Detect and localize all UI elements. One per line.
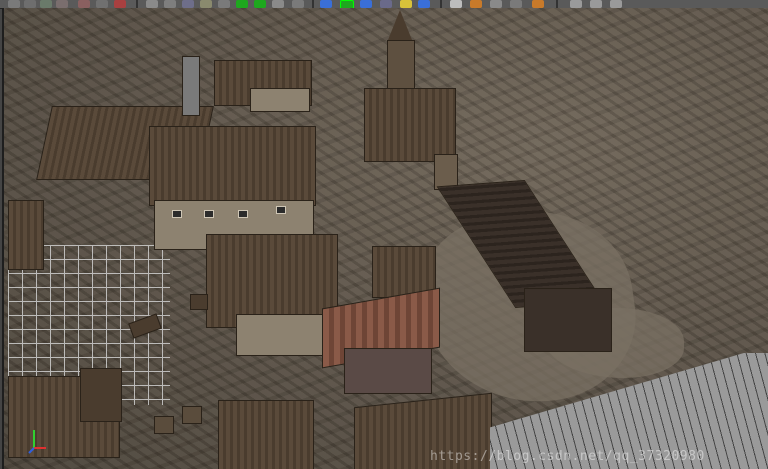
paint-tool-icon[interactable] — [78, 0, 90, 8]
render-tool-icon[interactable] — [114, 0, 126, 8]
chimney — [182, 56, 200, 116]
grid-tool-icon[interactable] — [236, 0, 248, 8]
snap-tool-icon[interactable] — [96, 0, 108, 8]
toolbar-separator — [556, 0, 558, 8]
texture-tool-icon[interactable] — [470, 0, 482, 8]
manor-roof — [149, 126, 316, 206]
manor-window — [276, 206, 286, 214]
manor-window — [238, 210, 248, 218]
light-tool-icon[interactable] — [200, 0, 212, 8]
light-bulb-icon[interactable] — [418, 0, 430, 8]
maya-viewport-window: https://blog.csdn.net/qq_37320980 — [0, 0, 768, 469]
isolate-tool-icon[interactable] — [272, 0, 284, 8]
barn-wall — [524, 288, 612, 352]
blog-watermark: https://blog.csdn.net/qq_37320980 — [430, 449, 705, 464]
left-shack-roof — [8, 200, 44, 270]
close-view-icon[interactable] — [610, 0, 622, 8]
crate — [182, 406, 202, 424]
bottom-center-roof — [218, 400, 314, 469]
toolbar-separator — [440, 0, 442, 8]
toolbar-separator — [136, 0, 138, 8]
toolbar-separator — [312, 0, 314, 8]
3d-viewport[interactable]: https://blog.csdn.net/qq_37320980 — [4, 8, 768, 469]
rotate-tool-icon[interactable] — [40, 0, 52, 8]
hdr-tool-icon[interactable] — [532, 0, 544, 8]
camera-tool-icon[interactable] — [218, 0, 230, 8]
sphere-tool-icon[interactable] — [320, 0, 332, 8]
xray-tool-icon[interactable] — [400, 0, 412, 8]
axis-gizmo — [28, 430, 46, 454]
save-view-icon[interactable] — [590, 0, 602, 8]
select-tool-icon[interactable] — [8, 0, 20, 8]
material-tool-icon[interactable] — [360, 0, 372, 8]
display-tool-icon[interactable] — [146, 0, 158, 8]
manor-window — [204, 210, 214, 218]
move-tool-icon[interactable] — [24, 0, 36, 8]
center-hall-wall — [236, 314, 330, 356]
ipr-tool-icon[interactable] — [510, 0, 522, 8]
wireframe-tool-icon[interactable] — [292, 0, 304, 8]
shaded-tool-icon[interactable] — [380, 0, 392, 8]
graph-tool-icon[interactable] — [164, 0, 176, 8]
bottom-left-house-wall — [80, 368, 122, 422]
top-house-wall — [250, 88, 310, 112]
church-tower — [387, 40, 415, 94]
crate — [154, 416, 174, 434]
panel-tool-icon[interactable] — [254, 0, 266, 8]
hypershade-tool-icon[interactable] — [182, 0, 194, 8]
church-spire — [388, 10, 412, 40]
snapshot-icon[interactable] — [570, 0, 582, 8]
toon-tool-icon[interactable] — [490, 0, 502, 8]
render-view-icon[interactable] — [450, 0, 462, 8]
manor-window — [172, 210, 182, 218]
scale-tool-icon[interactable] — [56, 0, 68, 8]
red-house-wall — [344, 348, 432, 394]
church-roof — [364, 88, 456, 162]
crate — [190, 294, 208, 310]
